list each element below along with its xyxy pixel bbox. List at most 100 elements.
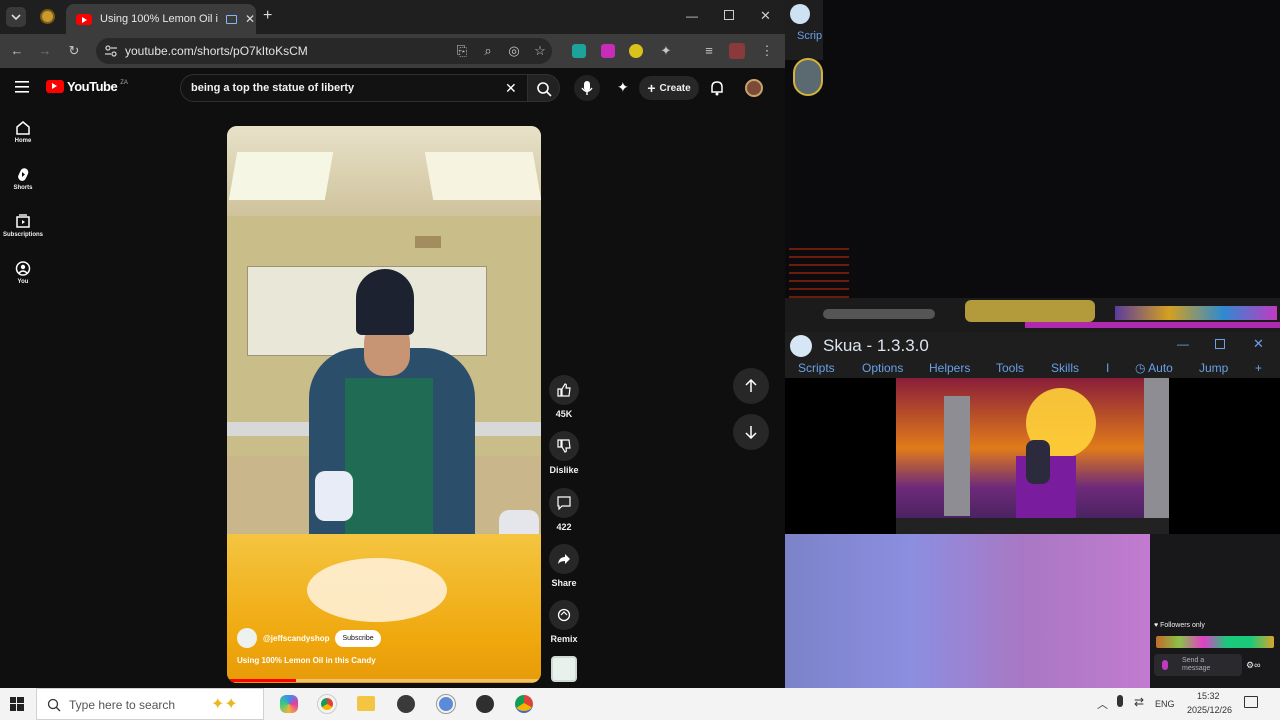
progress-bar[interactable] [227, 679, 541, 682]
nav-subscriptions[interactable]: Subscriptions [0, 214, 46, 238]
sound-thumbnail[interactable] [551, 656, 577, 682]
chrome-profile-app-icon[interactable] [515, 695, 533, 713]
notifications-icon[interactable] [1244, 696, 1258, 708]
next-short-button[interactable] [733, 414, 769, 450]
tray-mic-icon[interactable] [1117, 695, 1123, 707]
zoom-icon[interactable]: ⌕ [480, 43, 496, 59]
skua-menu-jump[interactable]: Jump [1199, 361, 1228, 375]
start-button[interactable] [10, 697, 24, 711]
voice-search-button[interactable] [574, 75, 600, 101]
nav-shorts[interactable]: Shorts [0, 167, 46, 191]
game-pillar-left [944, 396, 970, 516]
skua-menu-skills[interactable]: Skills [1051, 361, 1079, 375]
account-avatar[interactable] [745, 79, 763, 97]
skua-menu-scripts[interactable]: Scripts [798, 361, 835, 375]
profile-favicon-icon[interactable] [40, 9, 55, 24]
address-bar[interactable]: youtube.com/shorts/pO7kItoKsCM ⎘ ⌕ ◎ ☆ [96, 38, 552, 64]
extension-yellow-icon[interactable] [629, 44, 643, 58]
comment-count: 422 [556, 522, 572, 532]
subscribe-button[interactable]: Subscribe [335, 629, 381, 647]
like-count: 45K [555, 409, 573, 419]
remix-button[interactable]: Remix [549, 600, 579, 644]
progress-fill [227, 679, 297, 682]
tray-chevron-icon[interactable]: ︿ [1097, 696, 1108, 712]
chrome-app-icon[interactable] [317, 694, 337, 714]
media-controls-icon[interactable]: ≡ [701, 43, 717, 59]
skua-menu-helpers[interactable]: Helpers [929, 361, 970, 375]
eye-off-icon[interactable]: ◎ [506, 43, 522, 59]
guide-menu-icon[interactable] [15, 81, 29, 93]
search-button[interactable] [527, 74, 560, 102]
channel-name[interactable]: @jeffscandyshop [263, 634, 329, 643]
nav-home[interactable]: Home [0, 120, 46, 144]
skua-menu-tools[interactable]: Tools [996, 361, 1024, 375]
copilot-app-icon[interactable] [280, 695, 298, 713]
tray-date[interactable]: 2025/12/26 [1187, 705, 1232, 715]
skua-minimize-button[interactable]: — [1177, 337, 1189, 351]
app-icon-4[interactable] [397, 695, 415, 713]
chat-settings-icon[interactable]: ⚙∞ [1246, 660, 1260, 671]
back-arrow-icon[interactable]: ← [9, 43, 25, 59]
skua-menu-add[interactable]: + [1255, 361, 1262, 375]
channel-avatar[interactable] [237, 628, 257, 648]
hotbar-slider[interactable] [823, 309, 935, 319]
tab-youtube-short[interactable]: Using 100% Lemon Oil in this Candy ✕ [66, 4, 256, 34]
forward-arrow-icon[interactable]: → [37, 43, 53, 59]
tab-media-icon [226, 14, 237, 24]
new-tab-button[interactable]: + [263, 7, 272, 25]
youtube-logo-text: YouTube [67, 79, 118, 94]
maximize-button[interactable] [724, 10, 734, 20]
search-input[interactable]: being a top the statue of liberty ✕ [180, 74, 528, 102]
skua-menu-options[interactable]: Options [862, 361, 903, 375]
tab-search-button[interactable] [6, 7, 26, 27]
like-button[interactable]: 45K [549, 375, 579, 419]
hotbar-skills[interactable] [965, 300, 1095, 322]
youtube-logo-icon [46, 80, 64, 93]
gemini-spark-icon[interactable]: ✦ [617, 79, 629, 96]
share-arrow-icon [558, 554, 570, 564]
bookmark-star-icon[interactable]: ☆ [532, 43, 548, 59]
thumbs-down-icon [557, 439, 571, 453]
tray-network-icon[interactable]: ⇄ [1134, 695, 1144, 709]
clear-search-icon[interactable]: ✕ [505, 80, 517, 97]
tray-time[interactable]: 15:32 [1197, 691, 1220, 701]
search-icon [537, 82, 552, 97]
share-button[interactable]: Share [549, 544, 579, 588]
app-icon-5[interactable] [436, 694, 456, 714]
skua-scripts-menu-partial[interactable]: Scrip [797, 30, 822, 42]
taskbar-search[interactable]: Type here to search ✦✦ [36, 688, 264, 720]
file-explorer-icon[interactable] [357, 696, 375, 711]
extension-translate-icon[interactable] [572, 44, 586, 58]
chat-input[interactable]: Send a message [1154, 654, 1242, 676]
extensions-puzzle-icon[interactable]: ✦ [658, 43, 674, 59]
emote-row[interactable] [1156, 636, 1274, 648]
menu-kebab-icon[interactable]: ⋮ [759, 43, 775, 59]
tab-close-icon[interactable]: ✕ [245, 12, 255, 26]
short-video-player[interactable]: @jeffscandyshop Subscribe Using 100% Lem… [227, 126, 541, 683]
profile-avatar-icon[interactable] [729, 43, 745, 59]
reload-icon[interactable]: ↻ [66, 43, 82, 59]
youtube-logo[interactable]: YouTube ZA [46, 79, 128, 94]
mic-icon [1162, 660, 1168, 670]
nav-you[interactable]: You [0, 261, 46, 285]
skua-logo-icon [790, 335, 812, 357]
install-app-icon[interactable]: ⎘ [454, 43, 470, 59]
skua-menu-info[interactable]: I [1106, 361, 1109, 375]
skua-close-button[interactable]: ✕ [1253, 336, 1264, 352]
skua-menu-auto[interactable]: ◷ Auto [1135, 361, 1173, 375]
close-window-button[interactable]: ✕ [760, 8, 771, 24]
skua-maximize-button[interactable] [1215, 339, 1225, 349]
create-button[interactable]: + Create [639, 76, 699, 100]
app-icon-6[interactable] [476, 695, 494, 713]
notifications-bell-icon[interactable] [710, 80, 724, 96]
game-scene[interactable] [896, 378, 1169, 534]
dislike-button[interactable]: Dislike [549, 431, 579, 475]
site-settings-icon[interactable] [104, 44, 118, 58]
comments-button[interactable]: 422 [549, 488, 579, 532]
hotbar-items[interactable] [1115, 306, 1277, 320]
tray-language[interactable]: ENG [1155, 699, 1175, 709]
remix-label: Remix [550, 634, 578, 644]
minimize-button[interactable]: — [686, 9, 698, 23]
previous-short-button[interactable] [733, 368, 769, 404]
extension-pink-icon[interactable] [601, 44, 615, 58]
